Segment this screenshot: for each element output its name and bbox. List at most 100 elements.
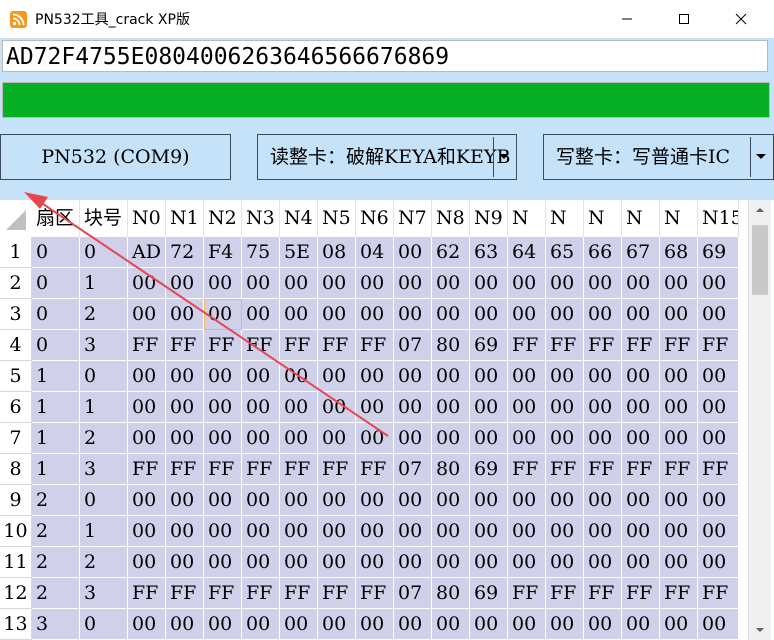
data-grid[interactable]: 扇区 块号 N0 N1 N2 N3 N4 N5 N6 N7 N8 N9 N N N N N N15 1 0 0 AD 72 F… <box>0 200 774 640</box>
table-cell[interactable]: 00 <box>356 609 394 640</box>
table-cell[interactable]: 07 <box>394 454 432 485</box>
table-cell[interactable]: 00 <box>698 361 739 392</box>
table-cell[interactable]: 00 <box>660 392 698 423</box>
table-cell[interactable]: 00 <box>242 361 280 392</box>
row-header[interactable]: 3 <box>0 299 32 330</box>
table-cell[interactable]: 00 <box>432 423 470 454</box>
table-cell[interactable]: FF <box>128 578 166 609</box>
table-cell[interactable]: 00 <box>432 516 470 547</box>
table-cell[interactable]: 62 <box>432 237 470 268</box>
table-cell[interactable]: 00 <box>242 299 280 330</box>
column-header[interactable]: N3 <box>242 200 280 237</box>
column-header[interactable]: N <box>546 200 584 237</box>
table-cell[interactable]: 00 <box>128 423 166 454</box>
table-cell[interactable]: 00 <box>546 299 584 330</box>
table-cell[interactable]: 00 <box>698 547 739 578</box>
column-header[interactable]: N9 <box>470 200 508 237</box>
table-cell[interactable]: 00 <box>546 361 584 392</box>
table-cell[interactable]: 00 <box>280 516 318 547</box>
table-cell[interactable]: 00 <box>166 268 204 299</box>
table-cell[interactable]: 00 <box>242 392 280 423</box>
table-cell[interactable]: 07 <box>394 578 432 609</box>
column-header[interactable]: N <box>584 200 622 237</box>
table-cell[interactable]: 00 <box>546 485 584 516</box>
table-cell[interactable]: 00 <box>128 392 166 423</box>
table-cell[interactable]: 00 <box>584 516 622 547</box>
close-button[interactable] <box>718 0 764 38</box>
table-cell[interactable]: 00 <box>698 392 739 423</box>
table-cell[interactable]: 00 <box>394 609 432 640</box>
table-cell[interactable]: FF <box>166 454 204 485</box>
table-cell[interactable]: 63 <box>470 237 508 268</box>
table-cell[interactable]: 3 <box>80 330 128 361</box>
table-cell[interactable]: 00 <box>432 547 470 578</box>
table-cell[interactable]: 00 <box>356 547 394 578</box>
row-header[interactable]: 2 <box>0 268 32 299</box>
table-cell[interactable]: FF <box>584 454 622 485</box>
table-cell[interactable]: 00 <box>166 516 204 547</box>
table-cell[interactable]: 00 <box>470 547 508 578</box>
write-card-dropdown[interactable]: 写整卡：写普通卡IC <box>543 134 774 180</box>
table-cell[interactable]: 00 <box>660 268 698 299</box>
table-cell[interactable]: 00 <box>204 547 242 578</box>
table-cell[interactable]: 00 <box>622 516 660 547</box>
table-cell[interactable]: 00 <box>508 547 546 578</box>
table-cell[interactable]: 2 <box>32 547 80 578</box>
table-cell[interactable]: F4 <box>204 237 242 268</box>
row-header[interactable]: 6 <box>0 392 32 423</box>
table-cell[interactable]: 00 <box>128 547 166 578</box>
table-cell[interactable]: 69 <box>470 578 508 609</box>
table-cell[interactable]: 00 <box>318 609 356 640</box>
table-cell[interactable]: 00 <box>660 361 698 392</box>
table-cell[interactable]: 00 <box>508 392 546 423</box>
table-cell[interactable]: 00 <box>432 268 470 299</box>
pn532-connect-button[interactable]: PN532 (COM9) <box>0 134 231 180</box>
table-cell[interactable]: 00 <box>508 516 546 547</box>
table-cell[interactable]: FF <box>622 330 660 361</box>
table-cell[interactable]: 2 <box>32 485 80 516</box>
table-cell[interactable]: 2 <box>80 547 128 578</box>
table-cell[interactable]: 3 <box>80 578 128 609</box>
column-header[interactable]: N <box>508 200 546 237</box>
table-cell[interactable]: 00 <box>698 299 739 330</box>
table-cell[interactable]: 00 <box>242 547 280 578</box>
table-cell[interactable]: 00 <box>242 609 280 640</box>
table-cell[interactable]: FF <box>280 330 318 361</box>
grid-corner[interactable] <box>0 200 33 238</box>
table-cell[interactable]: 1 <box>32 454 80 485</box>
table-cell[interactable]: 00 <box>356 423 394 454</box>
table-cell[interactable]: FF <box>356 578 394 609</box>
table-cell[interactable]: 00 <box>660 299 698 330</box>
table-cell[interactable]: 00 <box>508 268 546 299</box>
table-cell[interactable]: FF <box>204 330 242 361</box>
scroll-down-icon[interactable] <box>749 620 771 640</box>
table-cell[interactable]: 0 <box>32 330 80 361</box>
table-cell[interactable]: 00 <box>698 609 739 640</box>
table-cell[interactable]: 00 <box>660 547 698 578</box>
table-cell[interactable]: FF <box>622 578 660 609</box>
table-cell[interactable]: 00 <box>660 485 698 516</box>
table-cell[interactable]: 00 <box>318 392 356 423</box>
table-cell[interactable]: FF <box>546 330 584 361</box>
table-cell[interactable]: FF <box>166 578 204 609</box>
row-header[interactable]: 4 <box>0 330 32 361</box>
table-cell[interactable]: 00 <box>394 485 432 516</box>
table-cell[interactable]: 1 <box>80 268 128 299</box>
table-cell[interactable]: 00 <box>204 516 242 547</box>
table-cell[interactable]: FF <box>356 454 394 485</box>
chevron-down-icon[interactable] <box>750 137 771 177</box>
table-cell[interactable]: 00 <box>318 299 356 330</box>
table-cell[interactable]: 00 <box>204 609 242 640</box>
table-cell[interactable]: 00 <box>128 268 166 299</box>
table-cell[interactable]: 00 <box>280 299 318 330</box>
table-cell[interactable]: 00 <box>508 423 546 454</box>
table-cell[interactable]: FF <box>204 578 242 609</box>
table-cell[interactable]: 00 <box>508 609 546 640</box>
table-cell[interactable]: FF <box>280 454 318 485</box>
table-cell[interactable]: FF <box>584 578 622 609</box>
table-cell[interactable]: 00 <box>546 268 584 299</box>
table-cell[interactable]: 00 <box>394 237 432 268</box>
table-cell[interactable]: 80 <box>432 330 470 361</box>
table-cell[interactable]: 00 <box>356 299 394 330</box>
table-cell[interactable]: 69 <box>470 454 508 485</box>
